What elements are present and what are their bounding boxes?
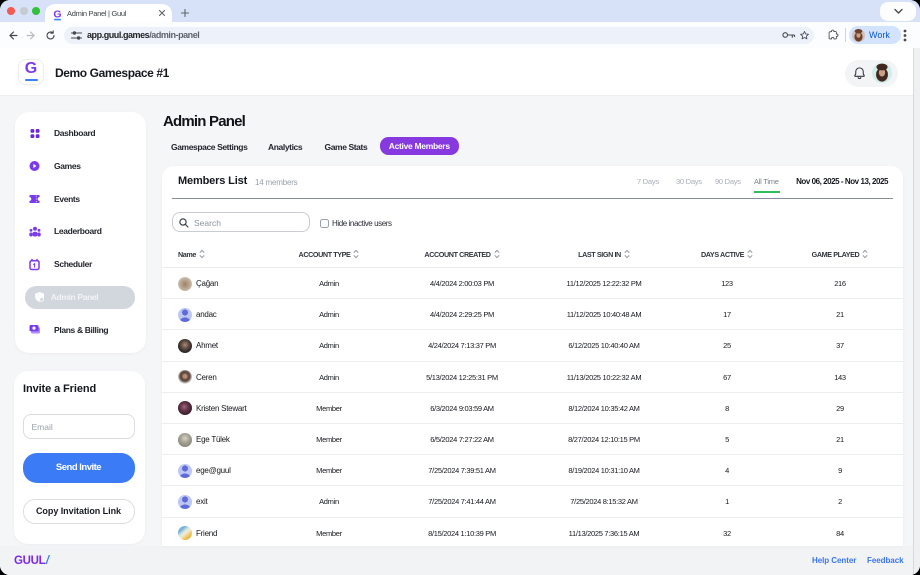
svg-text:G: G (53, 8, 61, 20)
